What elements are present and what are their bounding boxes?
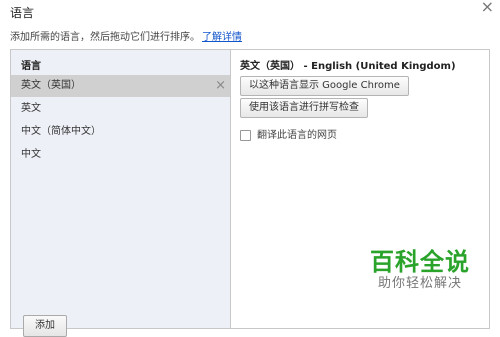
watermark-main: 百科全说 bbox=[370, 248, 470, 276]
language-list: 语言 英文（英国） × 英文 中文（简体中文） 中文 添加 bbox=[11, 50, 231, 337]
watermark-logo: 百科全说 助你轻松解决 bbox=[365, 248, 475, 292]
language-item-en-gb[interactable]: 英文（英国） × bbox=[11, 75, 230, 97]
learn-more-link[interactable]: 了解详情 bbox=[202, 32, 242, 43]
close-icon[interactable]: × bbox=[481, 0, 494, 15]
language-dialog: 语言 × 添加所需的语言，然后拖动它们进行排序。 了解详情 语言 英文（英国） ×… bbox=[0, 0, 500, 337]
language-item-label: 英文（英国） bbox=[21, 80, 81, 91]
remove-icon[interactable]: × bbox=[215, 75, 226, 97]
subtitle-text: 添加所需的语言，然后拖动它们进行排序。 bbox=[10, 32, 200, 43]
selected-language-title: 英文（英国） - English (United Kingdom) bbox=[240, 61, 456, 72]
dialog-subtitle: 添加所需的语言，然后拖动它们进行排序。 了解详情 bbox=[10, 28, 242, 43]
dialog-title: 语言 bbox=[10, 6, 35, 20]
translate-checkbox-label: 翻译此语言的网页 bbox=[257, 130, 337, 141]
language-item-zh-cn[interactable]: 中文（简体中文） bbox=[11, 121, 230, 143]
language-list-header: 语言 bbox=[21, 61, 41, 72]
watermark-sub: 助你轻松解决 bbox=[377, 276, 462, 291]
language-item-label: 英文 bbox=[21, 103, 41, 114]
display-in-language-button[interactable]: 以这种语言显示 Google Chrome bbox=[240, 76, 409, 96]
language-item-label: 中文 bbox=[21, 149, 41, 160]
add-language-button[interactable]: 添加 bbox=[23, 315, 67, 337]
language-item-zh[interactable]: 中文 bbox=[11, 144, 230, 166]
language-item-label: 中文（简体中文） bbox=[21, 126, 101, 137]
translate-checkbox-row[interactable]: 翻译此语言的网页 bbox=[240, 126, 337, 141]
spellcheck-button[interactable]: 使用该语言进行拼写检查 bbox=[240, 98, 368, 118]
translate-checkbox[interactable] bbox=[240, 129, 251, 141]
language-item-en[interactable]: 英文 bbox=[11, 98, 230, 120]
